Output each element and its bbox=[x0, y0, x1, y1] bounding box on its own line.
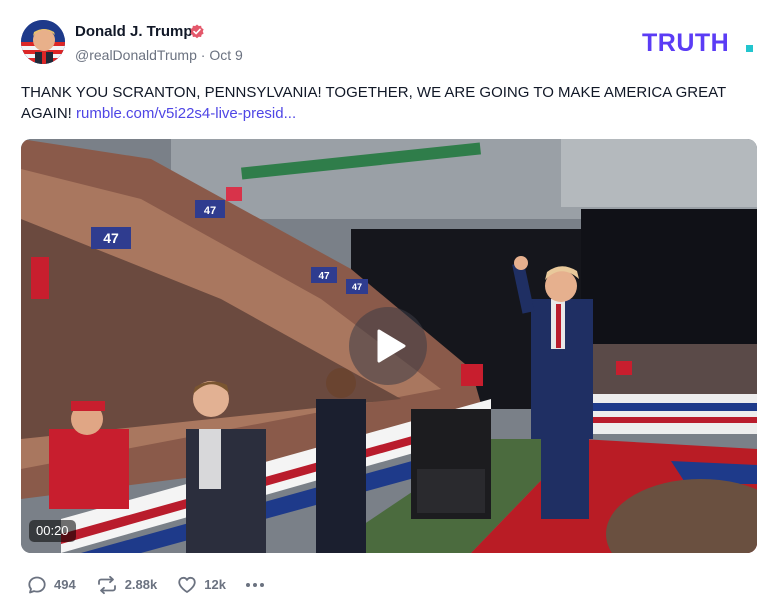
more-dot bbox=[245, 583, 250, 587]
more-options-icon[interactable] bbox=[245, 575, 267, 595]
play-icon bbox=[377, 329, 406, 363]
like-button[interactable]: 12k bbox=[177, 575, 226, 595]
like-count: 12k bbox=[204, 577, 226, 592]
truth-post: Donald J. Trump @realDonaldTrump · Oct 9… bbox=[0, 0, 778, 615]
more-dot bbox=[259, 583, 264, 587]
reply-count: 494 bbox=[54, 577, 76, 592]
truth-social-logo[interactable]: TRUTH bbox=[642, 29, 757, 55]
repost-button[interactable]: 2.88k bbox=[96, 575, 158, 595]
post-link[interactable]: rumble.com/v5i22s4-live-presid... bbox=[76, 105, 296, 122]
post-date[interactable]: Oct 9 bbox=[209, 47, 242, 63]
video-duration: 00:20 bbox=[29, 520, 76, 542]
author-handle[interactable]: @realDonaldTrump bbox=[75, 47, 197, 63]
action-bar: 494 2.88k 12k bbox=[27, 574, 267, 596]
post-body: THANK YOU SCRANTON, PENNSYLVANIA! TOGETH… bbox=[21, 82, 756, 124]
video-player[interactable]: 47 47 47 47 00:20 bbox=[21, 139, 757, 553]
author-display-name[interactable]: Donald J. Trump bbox=[75, 22, 193, 42]
sign-label: 47 bbox=[318, 271, 330, 282]
author-meta: @realDonaldTrump · Oct 9 bbox=[75, 46, 243, 64]
sign-label: 47 bbox=[204, 205, 216, 217]
logo-text: TRUTH bbox=[642, 29, 729, 55]
logo-dot bbox=[746, 45, 753, 52]
reply-icon bbox=[28, 576, 46, 594]
heart-icon bbox=[178, 576, 196, 593]
sign-label: 47 bbox=[352, 282, 362, 292]
meta-separator: · bbox=[196, 47, 210, 63]
play-button[interactable] bbox=[349, 307, 427, 385]
author-avatar[interactable] bbox=[21, 20, 65, 64]
repost-icon bbox=[97, 575, 116, 595]
repost-count: 2.88k bbox=[124, 577, 158, 592]
verified-badge-icon bbox=[190, 24, 204, 39]
avatar-image bbox=[21, 20, 65, 64]
reply-button[interactable]: 494 bbox=[27, 575, 76, 595]
sign-label: 47 bbox=[103, 230, 119, 246]
more-dot bbox=[252, 583, 257, 587]
